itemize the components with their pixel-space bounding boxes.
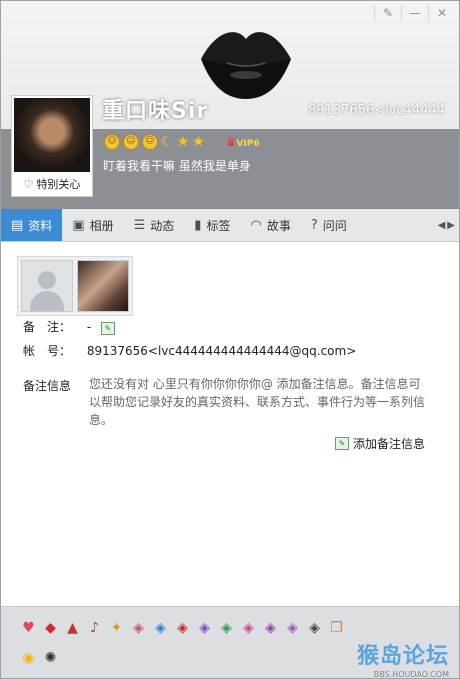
add-memo-label: 添加备注信息 [352, 437, 425, 451]
person-silhouette-icon [38, 271, 56, 289]
watermark: 猴岛论坛 BBS.HOUDAO.COM [356, 638, 449, 679]
star-badge-icon: ★ [192, 134, 205, 150]
tab-label: 资料 [28, 218, 53, 233]
diamond-green-icon[interactable]: ◈ [217, 619, 236, 638]
pet-service-icon[interactable]: ◆ [41, 619, 60, 638]
tab-tags[interactable]: ▮ 标签 [184, 209, 240, 241]
signature: 盯着我看干嘛 虽然我是单身 [103, 159, 251, 173]
sun-badge-icon: ☺ [104, 134, 120, 150]
skin-icon[interactable]: ✎ [374, 4, 401, 22]
minimize-icon[interactable]: — [401, 4, 428, 22]
special-care-button[interactable]: ♡ 特别关心 [12, 174, 92, 194]
book-service-icon[interactable]: ❒ [327, 619, 346, 638]
sun-badge-icon: ☺ [142, 134, 158, 150]
tab-bar: ▤ 资料 ▣ 相册 ☰ 动态 ▮ 标签 ◠ 故事 ? 问问 ◀ ▶ [1, 209, 459, 242]
lips-background-icon [201, 32, 291, 99]
signal-service-icon[interactable]: ✺ [41, 649, 60, 668]
profile-card-icon: ▤ [11, 217, 24, 233]
remark-value: - [86, 320, 92, 334]
star-badge-icon: ★ [176, 134, 190, 150]
qq-level-icon[interactable]: ◉ [19, 649, 38, 668]
diamond-red-icon[interactable]: ◈ [129, 619, 148, 638]
diamond-black-icon[interactable]: ◈ [305, 619, 324, 638]
add-memo-button[interactable]: ✎ 添加备注信息 [334, 435, 425, 452]
diamond-pink-icon[interactable]: ◈ [239, 619, 258, 638]
chevron-left-icon[interactable]: ◀ [438, 220, 446, 231]
vip-label: VIP6 [236, 139, 260, 149]
service-icons-row-2: ◉ ✺ [19, 649, 60, 668]
diamond-lilac-icon[interactable]: ◈ [283, 619, 302, 638]
window-controls: ✎ — ✕ [374, 4, 455, 22]
crown-icon: ♛ [225, 135, 237, 149]
level-badges[interactable]: ☺ ☺ ☺ ☾ ★ ★ ♛VIP6 [104, 134, 260, 150]
remark-row: 备 注： - ✎ [23, 318, 115, 335]
tab-story[interactable]: ◠ 故事 [240, 209, 300, 241]
tab-album[interactable]: ▣ 相册 [62, 209, 123, 241]
special-care-label: 特别关心 [36, 178, 81, 191]
tab-profile[interactable]: ▤ 资料 [1, 209, 63, 241]
feed-list-icon: ☰ [133, 217, 146, 233]
diamond-blue-icon[interactable]: ◈ [151, 619, 170, 638]
memo-label: 备注信息 [23, 379, 72, 393]
photo-thumb[interactable] [77, 260, 129, 312]
tab-label: 动态 [150, 218, 175, 233]
account-row: 帐 号： 89137656<lvc444444444444444@qq.com> [23, 342, 356, 359]
diamond-purple-icon[interactable]: ◈ [195, 619, 214, 638]
account-value: 89137656<lvc444444444444444@qq.com> [86, 344, 357, 358]
diamond-heart-icon[interactable]: ◈ [173, 619, 192, 638]
music-service-icon[interactable]: ♪ [85, 619, 104, 638]
chevron-right-icon[interactable]: ▶ [447, 220, 455, 231]
tag-icon: ▮ [194, 217, 202, 233]
photo-album-icon: ▣ [72, 217, 85, 233]
edit-remark-icon[interactable]: ✎ [101, 322, 115, 335]
tab-label: 相册 [89, 218, 114, 233]
game-service-icon[interactable]: ▲ [63, 619, 82, 638]
story-signal-icon: ◠ [250, 217, 262, 233]
watermark-url: BBS.HOUDAO.COM [373, 670, 449, 679]
sun-badge-icon: ☺ [123, 134, 139, 150]
photo-strip [17, 256, 133, 316]
profile-window: ✎ — ✕ ♡ 特别关心 重口味Sir 89137656<lvc44444 ☺ … [0, 0, 460, 679]
edit-icon: ✎ [334, 437, 349, 450]
moon-badge-icon: ☾ [161, 134, 174, 150]
watermark-title: 猴岛论坛 [356, 644, 449, 669]
avatar[interactable]: ♡ 特别关心 [11, 95, 93, 197]
nickname: 重口味Sir [102, 99, 209, 124]
tab-label: 标签 [206, 218, 231, 233]
tab-feed[interactable]: ☰ 动态 [124, 209, 185, 241]
question-icon: ? [310, 217, 318, 233]
vip-service-icon[interactable]: ✦ [107, 619, 126, 638]
love-service-icon[interactable]: ♥ [19, 619, 38, 638]
tab-label: 问问 [322, 218, 347, 233]
remark-label: 备 注： [23, 320, 72, 334]
tab-ask[interactable]: ? 问问 [301, 209, 357, 241]
account-label: 帐 号： [23, 344, 72, 358]
service-icons-row: ♥ ◆ ▲ ♪ ✦ ◈ ◈ ◈ ◈ ◈ ◈ ◈ ◈ ◈ ❒ [19, 619, 346, 638]
avatar-photo [14, 98, 90, 172]
tab-label: 故事 [266, 218, 291, 233]
close-icon[interactable]: ✕ [428, 4, 455, 22]
account-short: 89137656<lvc44444 [308, 103, 445, 118]
diamond-violet-icon[interactable]: ◈ [261, 619, 280, 638]
vip-badge[interactable]: ♛VIP6 [226, 135, 260, 149]
memo-text: 您还没有对 心里只有你你你你你@ 添加备注信息。备注信息可以帮助您记录好友的真实… [89, 377, 426, 427]
heart-icon: ♡ [23, 177, 34, 191]
tab-scroll: ◀ ▶ [438, 209, 459, 241]
default-avatar-thumb[interactable] [21, 260, 73, 312]
